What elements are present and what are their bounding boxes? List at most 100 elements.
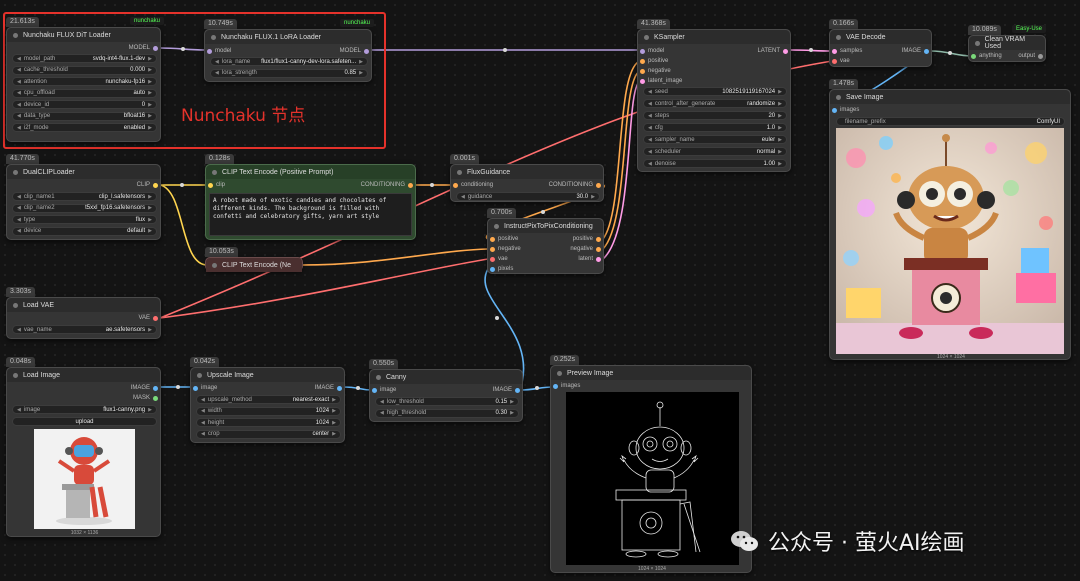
port-dot-icon[interactable] bbox=[153, 395, 158, 401]
decrement-arrow-icon[interactable]: ◀ bbox=[17, 90, 21, 96]
output-image[interactable]: IMAGE bbox=[493, 387, 520, 393]
node-clip-text-encode-negative[interactable]: CLIP Text Encode (Ne bbox=[205, 257, 303, 272]
widget-denoise[interactable]: ◀ denoise 1.00 ▶ bbox=[643, 159, 787, 168]
input-vae[interactable]: vae bbox=[490, 256, 508, 262]
widget-control-after-generate[interactable]: ◀ control_after_generate randomize ▶ bbox=[643, 99, 787, 108]
decrement-arrow-icon[interactable]: ◀ bbox=[17, 407, 21, 413]
node-header[interactable]: Load Image bbox=[7, 368, 160, 382]
increment-arrow-icon[interactable]: ▶ bbox=[148, 90, 152, 96]
port-dot-icon[interactable] bbox=[208, 182, 213, 188]
input-conditioning[interactable]: conditioning bbox=[453, 182, 493, 188]
input-latent-image[interactable]: latent_image bbox=[640, 78, 682, 84]
decrement-arrow-icon[interactable]: ◀ bbox=[17, 194, 21, 200]
node-header[interactable]: CLIP Text Encode (Ne bbox=[206, 258, 302, 272]
port-dot-icon[interactable] bbox=[490, 246, 495, 252]
widget-cfg[interactable]: ◀ cfg 1.0 ▶ bbox=[643, 123, 787, 132]
input-negative[interactable]: negative bbox=[640, 68, 671, 74]
increment-arrow-icon[interactable]: ▶ bbox=[148, 79, 152, 85]
widget-vae-name[interactable]: ◀ vae_name ae.safetensors ▶ bbox=[12, 325, 157, 334]
increment-arrow-icon[interactable]: ▶ bbox=[148, 194, 152, 200]
decrement-arrow-icon[interactable]: ◀ bbox=[215, 70, 219, 76]
input-image[interactable]: image bbox=[193, 385, 217, 391]
port-dot-icon[interactable] bbox=[207, 48, 212, 54]
widget-cpu-offload[interactable]: ◀ cpu_offload auto ▶ bbox=[12, 88, 157, 98]
output-positive[interactable]: positive bbox=[573, 236, 601, 242]
port-dot-icon[interactable] bbox=[832, 58, 837, 64]
decrement-arrow-icon[interactable]: ◀ bbox=[201, 408, 205, 414]
port-dot-icon[interactable] bbox=[553, 383, 558, 389]
output-conditioning[interactable]: CONDITIONING bbox=[549, 182, 601, 188]
output-latent[interactable]: LATENT bbox=[757, 48, 788, 54]
node-header[interactable]: DualCLIPLoader bbox=[7, 165, 160, 179]
widget-steps[interactable]: ◀ steps 20 ▶ bbox=[643, 111, 787, 120]
output-model[interactable]: MODEL bbox=[129, 45, 158, 51]
port-dot-icon[interactable] bbox=[1038, 53, 1043, 59]
input-samples[interactable]: samples bbox=[832, 48, 862, 54]
node-header[interactable]: Nunchaku FLUX DiT Loader bbox=[7, 28, 160, 42]
port-dot-icon[interactable] bbox=[783, 48, 788, 54]
widget-device[interactable]: ◀ device default ▶ bbox=[12, 226, 157, 236]
input-vae[interactable]: vae bbox=[832, 58, 850, 64]
node-preview-image[interactable]: Preview Image images 1024 × 1024 bbox=[550, 365, 752, 573]
port-dot-icon[interactable] bbox=[596, 246, 601, 252]
decrement-arrow-icon[interactable]: ◀ bbox=[380, 399, 384, 405]
increment-arrow-icon[interactable]: ▶ bbox=[148, 67, 152, 73]
widget-model-path[interactable]: ◀ model_path svdq-int4-flux.1-dev ▶ bbox=[12, 54, 157, 63]
input-image[interactable]: image bbox=[372, 387, 396, 393]
output-output[interactable]: output bbox=[1018, 53, 1043, 59]
output-vae[interactable]: VAE bbox=[138, 315, 158, 321]
node-load-image[interactable]: Load Image IMAGE MASK ◀ image flux1-canny.… bbox=[6, 367, 161, 537]
widget-width[interactable]: ◀ width 1024 ▶ bbox=[196, 406, 341, 416]
port-dot-icon[interactable] bbox=[153, 385, 158, 391]
decrement-arrow-icon[interactable]: ◀ bbox=[17, 102, 21, 108]
decrement-arrow-icon[interactable]: ◀ bbox=[17, 67, 21, 73]
port-dot-icon[interactable] bbox=[596, 256, 601, 262]
increment-arrow-icon[interactable]: ▶ bbox=[510, 410, 514, 416]
decrement-arrow-icon[interactable]: ◀ bbox=[17, 217, 21, 223]
input-anything[interactable]: anything bbox=[971, 53, 1002, 59]
increment-arrow-icon[interactable]: ▶ bbox=[510, 399, 514, 405]
port-dot-icon[interactable] bbox=[515, 387, 520, 393]
widget-data-type[interactable]: ◀ data_type bfloat16 ▶ bbox=[12, 111, 157, 121]
decrement-arrow-icon[interactable]: ◀ bbox=[17, 113, 21, 119]
decrement-arrow-icon[interactable]: ◀ bbox=[648, 101, 652, 107]
widget-scheduler[interactable]: ◀ scheduler normal ▶ bbox=[643, 147, 787, 156]
node-clean-vram[interactable]: Clean VRAM Used anything output bbox=[968, 35, 1046, 62]
increment-arrow-icon[interactable]: ▶ bbox=[148, 113, 152, 119]
collapse-dot-icon[interactable] bbox=[644, 34, 649, 40]
decrement-arrow-icon[interactable]: ◀ bbox=[461, 194, 465, 200]
node-header[interactable]: Canny bbox=[370, 370, 522, 384]
port-dot-icon[interactable] bbox=[153, 182, 158, 188]
decrement-arrow-icon[interactable]: ◀ bbox=[17, 228, 21, 234]
collapse-dot-icon[interactable] bbox=[197, 372, 202, 378]
node-header[interactable]: Clean VRAM Used bbox=[969, 36, 1045, 50]
output-negative[interactable]: negative bbox=[570, 246, 601, 252]
widget-upscale-method[interactable]: ◀ upscale_method nearest-exact ▶ bbox=[196, 395, 341, 404]
port-dot-icon[interactable] bbox=[337, 385, 342, 391]
output-model[interactable]: MODEL bbox=[340, 48, 369, 54]
widget-low-threshold[interactable]: ◀ low_threshold 0.15 ▶ bbox=[375, 397, 519, 406]
increment-arrow-icon[interactable]: ▶ bbox=[778, 161, 782, 167]
output-clip[interactable]: CLIP bbox=[137, 182, 158, 188]
input-model[interactable]: model bbox=[207, 48, 231, 54]
collapse-dot-icon[interactable] bbox=[557, 370, 562, 376]
widget-type[interactable]: ◀ type flux ▶ bbox=[12, 215, 157, 224]
input-images[interactable]: images bbox=[553, 383, 580, 389]
increment-arrow-icon[interactable]: ▶ bbox=[148, 56, 152, 62]
port-dot-icon[interactable] bbox=[490, 236, 495, 242]
widget-filename-prefix[interactable]: filename_prefix ComfyUI bbox=[836, 117, 1065, 126]
widget-lora-name[interactable]: ◀ lora_name flux1/flux1-canny-dev-lora.saf… bbox=[210, 57, 368, 66]
collapse-dot-icon[interactable] bbox=[975, 40, 980, 46]
decrement-arrow-icon[interactable]: ◀ bbox=[648, 161, 652, 167]
increment-arrow-icon[interactable]: ▶ bbox=[778, 101, 782, 107]
collapse-dot-icon[interactable] bbox=[376, 374, 381, 380]
increment-arrow-icon[interactable]: ▶ bbox=[778, 125, 782, 131]
input-images[interactable]: images bbox=[832, 107, 859, 113]
collapse-dot-icon[interactable] bbox=[212, 169, 217, 175]
increment-arrow-icon[interactable]: ▶ bbox=[148, 327, 152, 333]
port-dot-icon[interactable] bbox=[971, 53, 976, 59]
output-conditioning[interactable]: CONDITIONING bbox=[361, 182, 413, 188]
port-dot-icon[interactable] bbox=[640, 68, 645, 74]
collapse-dot-icon[interactable] bbox=[211, 34, 216, 40]
output-image[interactable]: IMAGE bbox=[315, 385, 342, 391]
